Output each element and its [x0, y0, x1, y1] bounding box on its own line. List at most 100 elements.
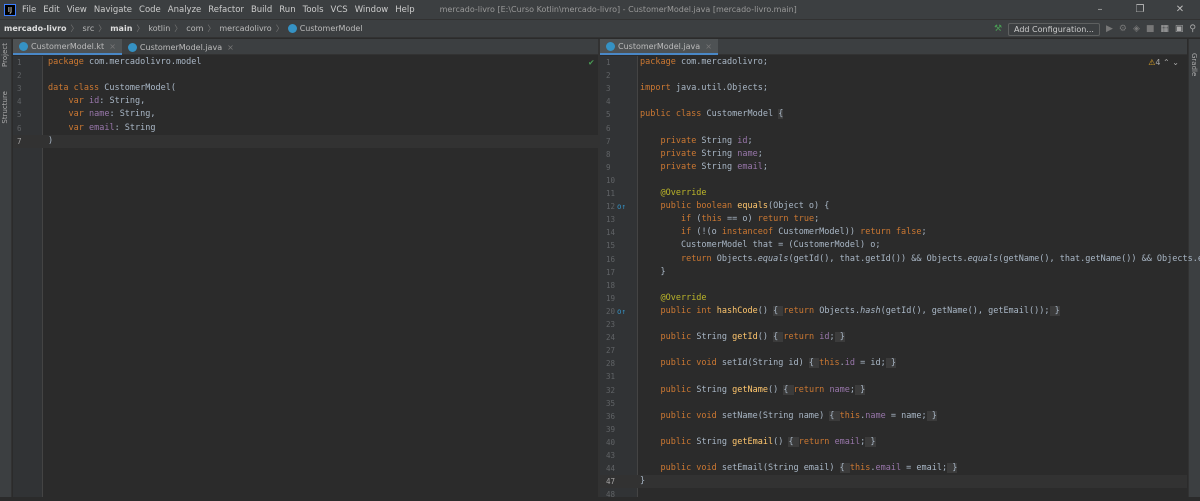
override-marker-icon[interactable]: o↑	[617, 200, 626, 213]
menu-edit[interactable]: Edit	[43, 5, 59, 15]
line-number: 44	[606, 464, 616, 474]
code-line: 1 package com.mercadolivro.model	[13, 56, 598, 69]
code-text: CustomerModel that = (CustomerModel) o;	[640, 240, 881, 251]
menu-vcs[interactable]: VCS	[331, 5, 348, 15]
tab-customermodel-java[interactable]: CustomerModel.java ×	[122, 39, 240, 55]
code-line: 14 if (!(o instanceof CustomerModel)) re…	[600, 226, 1187, 239]
line-number: 3	[606, 84, 611, 94]
line-number: 7	[17, 136, 22, 146]
coverage-icon[interactable]: ◈	[1133, 24, 1140, 34]
code-line: 16 return Objects.equals(getId(), that.g…	[600, 253, 1200, 266]
project-tool-button[interactable]: Project	[1, 43, 9, 67]
code-line: 11 @Override	[600, 187, 1187, 200]
code-line: 20 public int hashCode() { return Object…	[600, 305, 1187, 318]
code-text: }	[640, 266, 666, 277]
search-icon[interactable]: ⚲	[1189, 24, 1196, 34]
code-line: 4 var id: String,	[13, 95, 598, 108]
menu-window[interactable]: Window	[355, 5, 389, 15]
inspection-widget[interactable]: ⚠4 ⌃ ⌄	[1148, 58, 1179, 67]
tab-customermodel-kt[interactable]: CustomerModel.kt ×	[13, 39, 122, 55]
code-line: 44 public void setEmail(String email) { …	[600, 462, 1187, 475]
menu-file[interactable]: File	[22, 5, 36, 15]
java-editor[interactable]: 1 package com.mercadolivro; 2 3 import java.…	[600, 56, 1200, 499]
line-number: 16	[606, 254, 616, 264]
left-editor-tabs: CustomerModel.kt × CustomerModel.java ×	[13, 39, 598, 55]
close-icon[interactable]: ✕	[1160, 0, 1200, 20]
line-number: 14	[606, 228, 616, 238]
menu-build[interactable]: Build	[251, 5, 272, 15]
breadcrumb-separator-icon: 〉	[70, 24, 79, 33]
line-number: 36	[606, 411, 616, 421]
menu-code[interactable]: Code	[139, 5, 161, 15]
code-text: public String getEmail() { return email;…	[660, 436, 876, 447]
line-number: 19	[606, 293, 616, 303]
code-line: 15 CustomerModel that = (CustomerModel) …	[600, 239, 1187, 252]
line-number: 43	[606, 451, 616, 460]
line-number: 8	[606, 149, 611, 159]
code-text: public void setName(String name) { this.…	[660, 410, 937, 421]
line-number: 4	[606, 97, 611, 107]
menu-refactor[interactable]: Refactor	[208, 5, 244, 15]
right-editor-tabs: CustomerModel.java ×	[600, 39, 1187, 55]
java-class-icon	[127, 42, 137, 52]
code-text: public int hashCode() { return Objects.h…	[660, 305, 1060, 316]
toolbar: ⚒ Add Configuration... ▶ ⚙ ◈ ■ ▦ ▣ ⚲	[994, 20, 1200, 38]
breadcrumb-separator-icon: 〉	[275, 24, 284, 33]
code-text: private String id;	[660, 135, 753, 146]
menu-analyze[interactable]: Analyze	[168, 5, 202, 15]
code-line: 32 public String getName() { return name…	[600, 384, 1187, 397]
kotlin-editor[interactable]: 1 package com.mercadolivro.model 2 3 data cl…	[13, 56, 598, 497]
add-configuration-button[interactable]: Add Configuration...	[1008, 22, 1100, 36]
code-line: 7)	[13, 134, 598, 148]
left-tool-strip: Project Structure	[0, 39, 12, 497]
breadcrumb-item[interactable]: mercado-livro	[4, 24, 67, 33]
build-hammer-icon[interactable]: ⚒	[994, 24, 1002, 34]
menu-tools[interactable]: Tools	[303, 5, 324, 15]
code-line: 4	[600, 95, 1187, 108]
code-line: 35	[600, 397, 1187, 410]
override-marker-icon[interactable]: o↑	[617, 305, 626, 318]
code-text: import java.util.Objects;	[640, 83, 768, 94]
project-structure-icon[interactable]: ▦	[1160, 24, 1169, 34]
menu-navigate[interactable]: Navigate	[94, 5, 132, 15]
line-number: 24	[606, 333, 616, 343]
gradle-tool-button[interactable]: Gradle	[1190, 53, 1198, 76]
minimize-icon[interactable]: –	[1080, 0, 1120, 20]
breadcrumb-item[interactable]: com	[186, 24, 203, 33]
code-text: private String email;	[660, 161, 768, 172]
restore-icon[interactable]: ❐	[1120, 0, 1160, 20]
breadcrumb-item[interactable]: CustomerModel	[300, 24, 363, 33]
code-line: 8 private String name;	[600, 148, 1187, 161]
debug-icon[interactable]: ⚙	[1119, 24, 1127, 34]
breadcrumb-item[interactable]: src	[83, 24, 95, 33]
breadcrumb-item[interactable]: mercadolivro	[219, 24, 271, 33]
line-number: 1	[17, 58, 22, 67]
window-title: mercado-livro [E:\Curso Kotlin\mercado-l…	[439, 5, 797, 14]
menu-bar: IJ File Edit View Navigate Code Analyze Refact…	[0, 0, 1200, 20]
run-icon[interactable]: ▶	[1106, 24, 1113, 34]
close-tab-icon[interactable]: ×	[227, 43, 234, 52]
code-text: public void setEmail(String email) { thi…	[660, 463, 958, 474]
code-text: data class CustomerModel(	[48, 83, 176, 94]
code-line: 2	[600, 69, 1187, 82]
structure-tool-button[interactable]: Structure	[1, 91, 9, 124]
code-line: 7 private String id;	[600, 135, 1187, 148]
line-number: 1	[606, 58, 611, 67]
breadcrumb-item[interactable]: main	[110, 24, 132, 33]
code-line: 19 @Override	[600, 292, 1187, 305]
close-tab-icon[interactable]: ×	[705, 42, 712, 51]
warning-count: 4	[1155, 58, 1161, 67]
breadcrumb-separator-icon: 〉	[98, 24, 107, 33]
kotlin-class-icon	[19, 41, 28, 51]
stop-icon[interactable]: ■	[1146, 24, 1155, 34]
code-line: 40 public String getEmail() { return ema…	[600, 436, 1187, 449]
menu-help[interactable]: Help	[395, 5, 414, 15]
menu-view[interactable]: View	[67, 5, 87, 15]
code-line: 36 public void setName(String name) { th…	[600, 410, 1187, 423]
tab-customermodel-java[interactable]: CustomerModel.java ×	[600, 39, 718, 55]
breadcrumb-item[interactable]: kotlin	[148, 24, 170, 33]
close-tab-icon[interactable]: ×	[109, 42, 116, 51]
terminal-icon[interactable]: ▣	[1175, 24, 1184, 34]
line-number: 5	[606, 110, 611, 120]
menu-run[interactable]: Run	[279, 5, 295, 15]
